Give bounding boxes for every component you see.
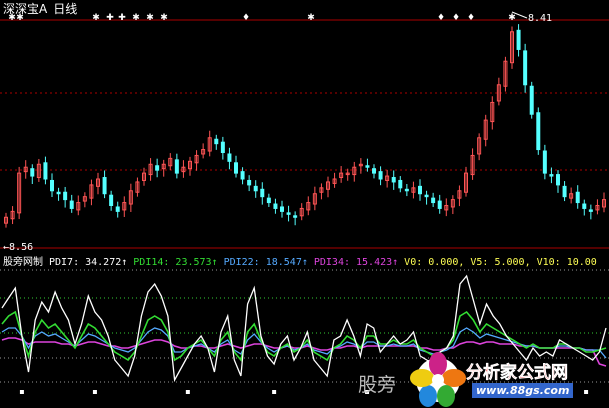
indicator-item: V0: 0.000, bbox=[404, 257, 465, 268]
stock-name: 深深宝A bbox=[3, 2, 48, 16]
price-low-label: ←8.56 bbox=[3, 242, 34, 253]
signal-square bbox=[185, 390, 190, 394]
indicator-item: V10: 10.00 bbox=[536, 257, 597, 268]
price-high-label: 8.41 bbox=[528, 13, 553, 24]
indicator-item: V5: 5.000, bbox=[470, 257, 531, 268]
signal-square bbox=[92, 390, 97, 394]
watermark-left: 股旁 bbox=[358, 374, 397, 396]
indicator-item: PDI34: 15.423↑ bbox=[313, 257, 399, 268]
chart-stage: ✱ ✱ ✱ ✚ ✚ ✱ ✱ ✱ ♦ ✱ ♦ ♦ ♦ ✱ 深深宝A 日线 8.41 ←8.56 股旁网制 PDI… bbox=[0, 0, 609, 408]
indicator-item: PDI14: 23.573↑ bbox=[133, 257, 218, 268]
indicator-name: 股旁网制 bbox=[3, 257, 43, 268]
indicator-values: PDI7: 34.272↑ PDI14: 23.573↑ PDI22: 18.547… bbox=[49, 257, 603, 268]
signal-square bbox=[19, 390, 24, 394]
indicator-item: PDI7: 34.272↑ bbox=[49, 257, 128, 268]
chart-title: 深深宝A 日线 bbox=[3, 0, 77, 17]
watermark-logo: 分析家公式网 www.88gs.com bbox=[408, 352, 608, 408]
indicator-item: PDI22: 18.547↑ bbox=[223, 257, 308, 268]
flower-logo-icon bbox=[410, 352, 466, 407]
indicator-legend: 股旁网制 PDI7: 34.272↑ PDI14: 23.573↑ PDI22: 18… bbox=[3, 253, 609, 269]
indicator-chart[interactable] bbox=[0, 0, 609, 408]
brand-url: www.88gs.com bbox=[472, 383, 574, 398]
brand-name: 分析家公式网 bbox=[466, 363, 569, 384]
timeframe-label: 日线 bbox=[53, 2, 78, 16]
signal-square bbox=[272, 390, 277, 394]
